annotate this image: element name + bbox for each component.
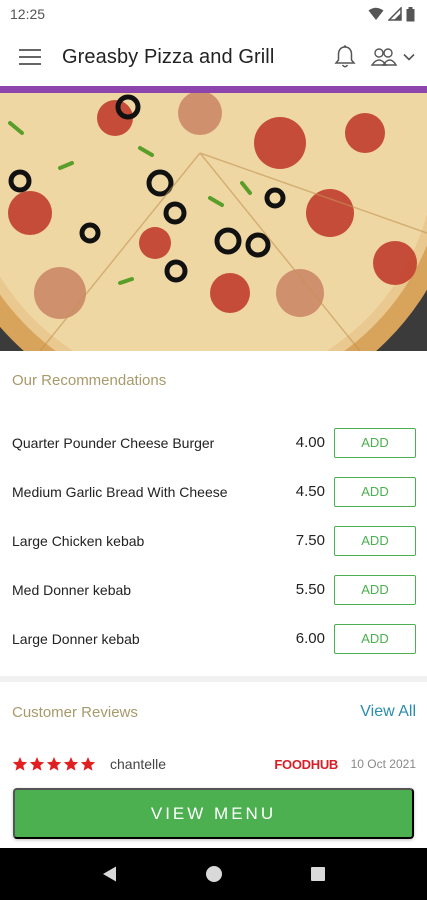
- star-icon: [63, 757, 79, 771]
- recents-icon[interactable]: [310, 866, 326, 882]
- recommendations-heading: Our Recommendations: [12, 372, 167, 389]
- accent-bar: [0, 86, 427, 93]
- add-button[interactable]: ADD: [334, 427, 416, 458]
- review-date: 10 Oct 2021: [350, 757, 416, 771]
- star-icon: [29, 757, 45, 771]
- wifi-icon: [368, 7, 384, 20]
- hero-image: [0, 93, 427, 351]
- section-divider: [0, 676, 427, 682]
- back-icon[interactable]: [101, 865, 119, 883]
- list-item: Large Donner kebab 6.00 ADD: [0, 614, 427, 663]
- signal-icon: [388, 7, 402, 21]
- item-name: Large Donner kebab: [12, 630, 140, 647]
- bell-icon[interactable]: [325, 28, 365, 86]
- user-switch-icon: [371, 48, 397, 66]
- item-price: 6.00: [295, 630, 325, 647]
- status-bar: 12:25: [0, 0, 427, 28]
- status-icons: [368, 6, 415, 22]
- status-time: 12:25: [10, 6, 46, 22]
- view-menu-button[interactable]: VIEW MENU: [13, 788, 414, 839]
- view-all-link[interactable]: View All: [360, 703, 416, 721]
- system-nav-bar: [0, 848, 427, 900]
- add-button[interactable]: ADD: [334, 476, 416, 507]
- reviews-header: Customer Reviews View All: [0, 700, 427, 724]
- item-name: Med Donner kebab: [12, 581, 132, 598]
- item-price: 7.50: [295, 532, 325, 549]
- star-icon: [46, 757, 62, 771]
- item-name: Large Chicken kebab: [12, 532, 145, 549]
- list-item: Med Donner kebab 5.50 ADD: [0, 565, 427, 614]
- reviews-heading: Customer Reviews: [12, 703, 138, 721]
- battery-icon: [406, 6, 415, 21]
- add-button[interactable]: ADD: [334, 623, 416, 654]
- chevron-down-icon: [403, 53, 415, 61]
- review-item: chantelle FOODHUB 10 Oct 2021: [0, 752, 427, 776]
- list-item: Large Chicken kebab 7.50 ADD: [0, 516, 427, 565]
- list-item: Medium Garlic Bread With Cheese 4.50 ADD: [0, 467, 427, 516]
- item-price: 5.50: [295, 581, 325, 598]
- review-source-logo: FOODHUB: [274, 756, 338, 772]
- add-button[interactable]: ADD: [334, 525, 416, 556]
- user-switch-button[interactable]: [365, 28, 427, 86]
- item-name: Medium Garlic Bread With Cheese: [12, 483, 228, 500]
- list-item: Quarter Pounder Cheese Burger 4.00 ADD: [0, 418, 427, 467]
- item-name: Quarter Pounder Cheese Burger: [12, 434, 215, 451]
- pizza-photo: [0, 93, 427, 351]
- home-icon[interactable]: [205, 865, 223, 883]
- add-button[interactable]: ADD: [334, 574, 416, 605]
- app-bar: Greasby Pizza and Grill: [0, 28, 427, 86]
- reviewer-name: chantelle: [110, 756, 167, 772]
- item-price: 4.00: [295, 434, 325, 451]
- item-price: 4.50: [295, 483, 325, 500]
- menu-icon[interactable]: [0, 28, 60, 86]
- star-icon: [80, 757, 96, 771]
- star-rating: [12, 756, 96, 772]
- page-title: Greasby Pizza and Grill: [62, 45, 275, 68]
- star-icon: [12, 757, 28, 771]
